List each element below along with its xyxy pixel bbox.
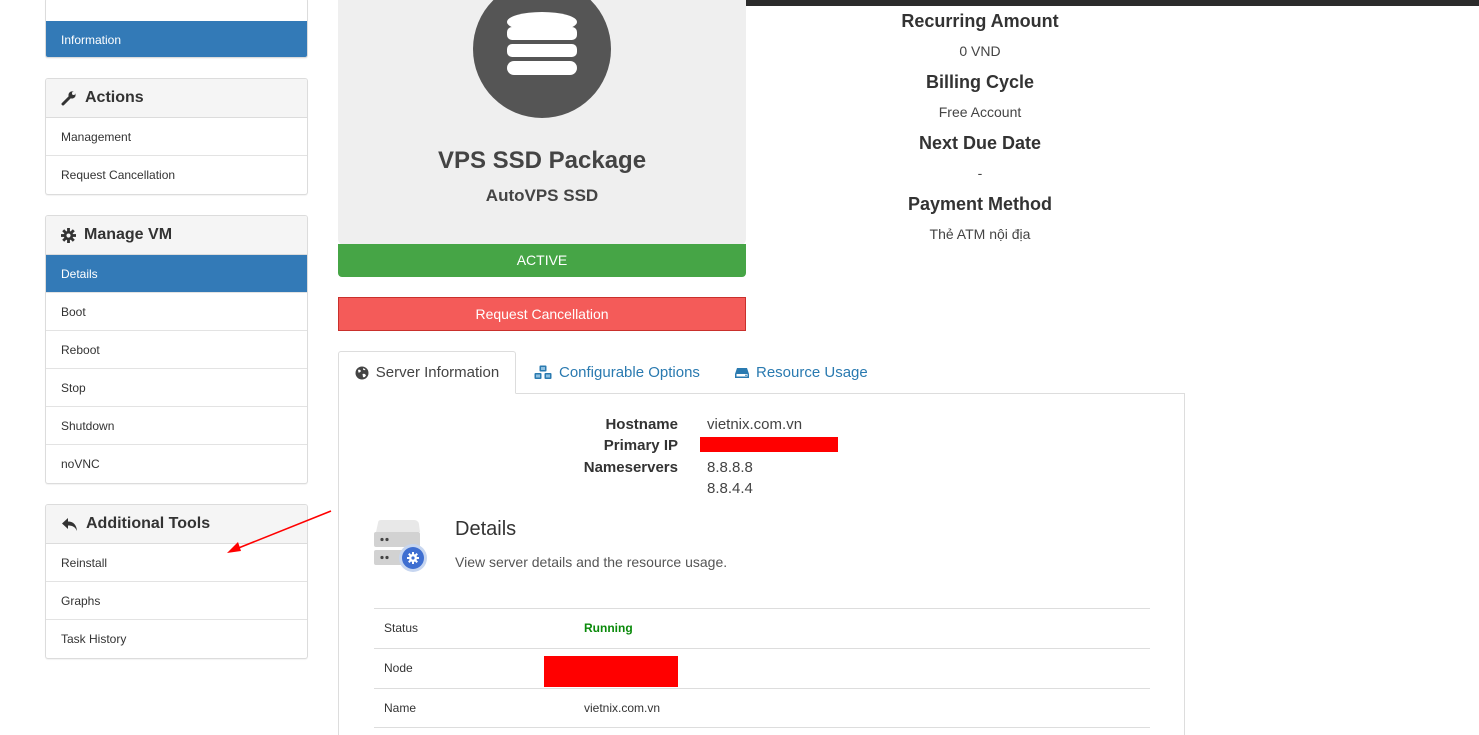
actions-panel: Actions Management Request Cancellation [45, 78, 308, 195]
sidebar-item-reboot[interactable]: Reboot [46, 331, 307, 369]
server-settings-icon [374, 520, 427, 572]
product-card-body: VPS SSD Package AutoVPS SSD [338, 0, 746, 245]
table-row: Status Running [374, 608, 1150, 648]
hostname-value: vietnix.com.vn [707, 416, 803, 433]
globe-icon [355, 366, 369, 379]
cubes-icon [534, 365, 552, 379]
primary-ip-label: Primary IP [603, 437, 678, 454]
nameservers-row: Nameservers 8.8.8.8 [339, 459, 1186, 479]
tab-configurable-options[interactable]: Configurable Options [534, 351, 700, 394]
actions-panel-header: Actions [46, 79, 307, 118]
sidebar-item-label: Boot [61, 304, 86, 319]
primary-ip-redacted [700, 437, 838, 452]
sidebar-item-graphs[interactable]: Graphs [46, 582, 307, 620]
manage-vm-title: Manage VM [84, 226, 173, 243]
server-tabs: Server Information Configurable Options … [338, 351, 1185, 394]
sidebar-item-details[interactable]: Details [46, 255, 307, 293]
nameserver-1: 8.8.8.8 [707, 459, 753, 476]
billing-cycle-value: Free Account [938, 104, 1022, 120]
product-status-badge: ACTIVE [338, 244, 746, 277]
nameserver-2: 8.8.4.4 [707, 480, 753, 497]
recurring-amount-value: 0 VND [959, 43, 1001, 59]
details-title: Details [455, 518, 517, 540]
nameserver-2-row: 8.8.4.4 [339, 480, 1186, 500]
name-value: vietnix.com.vn [584, 701, 661, 715]
status-value: Running [584, 621, 633, 635]
sidebar-item-label: Details [61, 266, 98, 281]
billing-cycle-label: Billing Cycle [925, 72, 1035, 92]
nameservers-label: Nameservers [583, 459, 678, 476]
next-due-date-value: - [977, 165, 983, 181]
node-key: Node [384, 661, 413, 675]
gear-icon [61, 227, 76, 243]
payment-method-value: Thẻ ATM nội địa [929, 226, 1031, 242]
billing-info: Recurring Amount 0 VND Billing Cycle Fre… [830, 10, 1130, 254]
database-icon-circle [473, 0, 611, 118]
sidebar-item-label: Request Cancellation [61, 168, 176, 182]
details-table: Status Running Node Name vietnix.com.vn [374, 608, 1150, 728]
manage-vm-panel: Manage VM Details Boot Reboot Stop Shutd… [45, 215, 308, 484]
tab-label: Configurable Options [559, 364, 700, 381]
payment-method-label: Payment Method [907, 194, 1053, 214]
sidebar-item-request-cancellation[interactable]: Request Cancellation [46, 156, 307, 194]
hostname-label: Hostname [605, 416, 678, 433]
sidebar-item-label: Stop [61, 380, 86, 395]
table-row: Name vietnix.com.vn [374, 688, 1150, 728]
actions-title: Actions [85, 89, 144, 106]
database-icon [507, 12, 577, 75]
tab-resource-usage[interactable]: Resource Usage [735, 351, 868, 394]
next-due-date-label: Next Due Date [918, 133, 1042, 153]
tab-server-information[interactable]: Server Information [338, 351, 516, 394]
name-key: Name [384, 701, 417, 715]
sidebar-item-novnc[interactable]: noVNC [46, 445, 307, 483]
sidebar-item-task-history[interactable]: Task History [46, 620, 307, 658]
table-row: Node [374, 648, 1150, 688]
annotation-arrow [227, 510, 332, 553]
tab-label: Resource Usage [756, 364, 868, 381]
sidebar-item-label: Reinstall [61, 555, 108, 570]
hostname-row: Hostname vietnix.com.vn [339, 416, 1186, 436]
node-value-redacted [544, 656, 678, 687]
status-key: Status [384, 621, 419, 635]
sidebar-item-shutdown[interactable]: Shutdown [46, 407, 307, 445]
sidebar-item-label: Reboot [61, 342, 100, 357]
sidebar-item-label: Graphs [61, 593, 101, 608]
product-card: VPS SSD Package AutoVPS SSD ACTIVE [338, 0, 746, 277]
sidebar-item-label: Task History [61, 632, 127, 646]
server-information-panel: Hostname vietnix.com.vn Primary IP Names… [338, 393, 1185, 735]
additional-tools-title: Additional Tools [86, 515, 211, 532]
sidebar-item-boot[interactable]: Boot [46, 293, 307, 331]
sidebar-item-label: Shutdown [61, 418, 115, 433]
manage-vm-panel-header: Manage VM [46, 216, 307, 255]
sidebar-item-cropped [46, 0, 307, 21]
reply-icon [62, 517, 77, 531]
primary-ip-row: Primary IP [339, 437, 1186, 457]
sidebar-overview-panel: Information [45, 0, 308, 58]
sidebar-item-label: Information [61, 33, 122, 47]
product-group: AutoVPS SSD [485, 186, 599, 205]
sidebar-item-management[interactable]: Management [46, 118, 307, 156]
sidebar-item-stop[interactable]: Stop [46, 369, 307, 407]
wrench-icon [61, 91, 76, 106]
tab-label: Server Information [375, 364, 500, 381]
hdd-icon [735, 367, 749, 378]
request-cancellation-button[interactable]: Request Cancellation [338, 297, 746, 331]
recurring-amount-label: Recurring Amount [901, 11, 1059, 31]
details-subtitle: View server details and the resource usa… [455, 554, 728, 570]
sidebar-item-information[interactable]: Information [46, 21, 307, 57]
product-name: VPS SSD Package [437, 147, 647, 174]
sidebar-item-label: noVNC [61, 457, 100, 471]
sidebar-item-label: Management [61, 129, 132, 144]
